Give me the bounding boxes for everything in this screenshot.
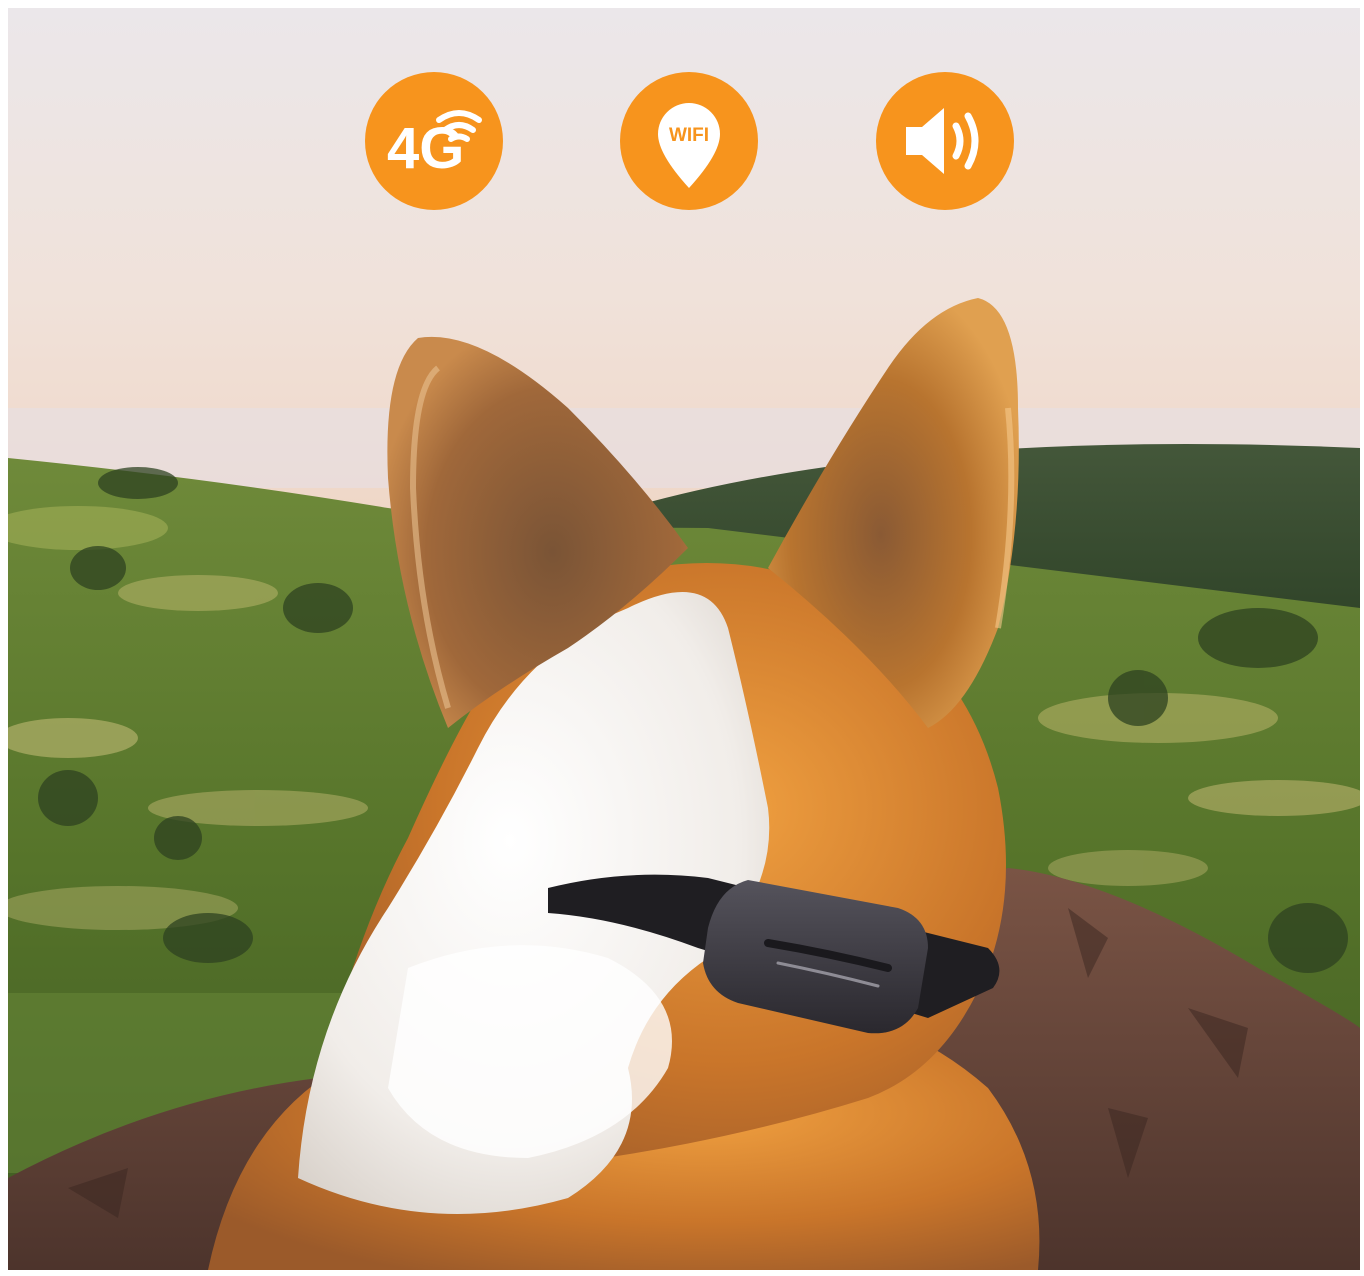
corgi-scene-illustration xyxy=(8,8,1360,1270)
product-image: 4G WIFI xyxy=(8,8,1360,1270)
